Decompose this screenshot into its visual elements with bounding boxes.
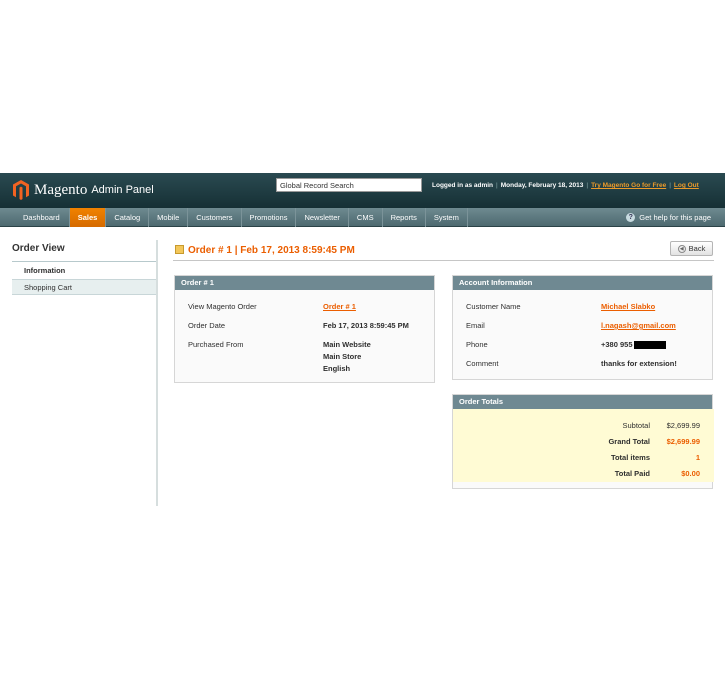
page-title: Order # 1 | Feb 17, 2013 8:59:45 PM xyxy=(188,245,355,256)
global-search-input[interactable]: Global Record Search xyxy=(276,178,422,192)
help-label: Get help for this page xyxy=(639,213,711,222)
redacted-block xyxy=(633,341,666,350)
email-label: Email xyxy=(466,321,485,330)
subtotal-row: Subtotal $2,699.99 xyxy=(560,421,700,430)
logo-text: Magento xyxy=(34,181,88,198)
sidebar-title: Order View xyxy=(12,243,65,254)
order-box-title: Order # 1 xyxy=(175,276,434,290)
customer-name-label: Customer Name xyxy=(466,302,521,311)
total-paid-label: Total Paid xyxy=(614,469,650,478)
order-page-icon xyxy=(175,245,184,254)
view-order-link[interactable]: Order # 1 xyxy=(323,302,356,311)
help-link[interactable]: ? Get help for this page xyxy=(626,208,711,227)
total-paid-value: $0.00 xyxy=(681,469,700,478)
logo-subtitle: Admin Panel xyxy=(91,184,154,196)
back-button-label: Back xyxy=(688,244,706,253)
header-date: Monday, February 18, 2013 xyxy=(500,182,584,189)
account-info-box: Account Information Customer Name Michae… xyxy=(452,275,713,380)
sidebar-border xyxy=(156,240,158,506)
logout-link[interactable]: Log Out xyxy=(674,182,699,189)
comment-label: Comment xyxy=(466,359,499,368)
nav-reports[interactable]: Reports xyxy=(383,208,426,227)
nav-newsletter[interactable]: Newsletter xyxy=(296,208,349,227)
view-order-label: View Magento Order xyxy=(188,302,257,311)
order-box: Order # 1 View Magento Order Order # 1 O… xyxy=(174,275,435,383)
phone-label: Phone xyxy=(466,340,488,349)
try-magento-go-link[interactable]: Try Magento Go for Free xyxy=(591,182,666,189)
account-box-title: Account Information xyxy=(453,276,712,290)
header-user-info: Logged in as admin | Monday, February 18, … xyxy=(432,182,699,189)
order-date-label: Order Date xyxy=(188,321,226,330)
grand-total-label: Grand Total xyxy=(608,437,650,446)
phone-number: +380 955 xyxy=(601,340,633,349)
main-nav: Dashboard Sales Catalog Mobile Customers… xyxy=(0,208,725,227)
nav-cms[interactable]: CMS xyxy=(349,208,383,227)
magento-logo[interactable]: Magento Admin Panel xyxy=(12,178,154,202)
nav-catalog[interactable]: Catalog xyxy=(106,208,150,227)
customer-name-link[interactable]: Michael Slabko xyxy=(601,302,655,311)
sidebar-item-shopping-cart[interactable]: Shopping Cart xyxy=(12,279,156,295)
nav-customers[interactable]: Customers xyxy=(188,208,242,227)
subtotal-value: $2,699.99 xyxy=(666,421,700,430)
help-icon: ? xyxy=(626,213,636,222)
purchased-from-store: Main Store xyxy=(323,352,362,361)
total-items-value: 1 xyxy=(695,453,700,462)
phone-value: +380 955 xyxy=(601,340,666,350)
nav-dashboard[interactable]: Dashboard xyxy=(14,208,70,227)
sidebar-item-information[interactable]: Information xyxy=(12,263,156,279)
total-paid-row: Total Paid $0.00 xyxy=(560,469,700,478)
email-link[interactable]: l.nagash@gmail.com xyxy=(601,321,676,330)
total-items-row: Total items 1 xyxy=(560,453,700,462)
logged-in-text: Logged in as admin xyxy=(432,182,494,189)
grand-total-row: Grand Total $2,699.99 xyxy=(560,437,700,446)
nav-system[interactable]: System xyxy=(426,208,468,227)
total-items-label: Total items xyxy=(610,453,650,462)
purchased-from-label: Purchased From xyxy=(188,340,244,349)
sidebar-divider xyxy=(12,261,156,262)
back-arrow-icon: ◀ xyxy=(677,244,686,253)
comment-value: thanks for extension! xyxy=(601,359,677,368)
nav-promotions[interactable]: Promotions xyxy=(242,208,297,227)
purchased-from-website: Main Website xyxy=(323,340,371,349)
totals-body: Subtotal $2,699.99 Grand Total $2,699.99… xyxy=(453,409,714,482)
header-divider xyxy=(173,260,714,261)
nav-mobile[interactable]: Mobile xyxy=(149,208,189,227)
nav-sales[interactable]: Sales xyxy=(69,208,107,227)
purchased-from-language: English xyxy=(323,364,351,373)
order-totals-box: Order Totals Subtotal $2,699.99 Grand To… xyxy=(452,394,714,489)
order-date-value: Feb 17, 2013 8:59:45 PM xyxy=(323,321,409,330)
grand-total-value: $2,699.99 xyxy=(666,437,700,446)
totals-box-title: Order Totals xyxy=(453,395,712,409)
subtotal-label: Subtotal xyxy=(622,421,650,430)
magento-logo-icon xyxy=(13,180,29,200)
back-button[interactable]: ◀ Back xyxy=(670,241,713,256)
